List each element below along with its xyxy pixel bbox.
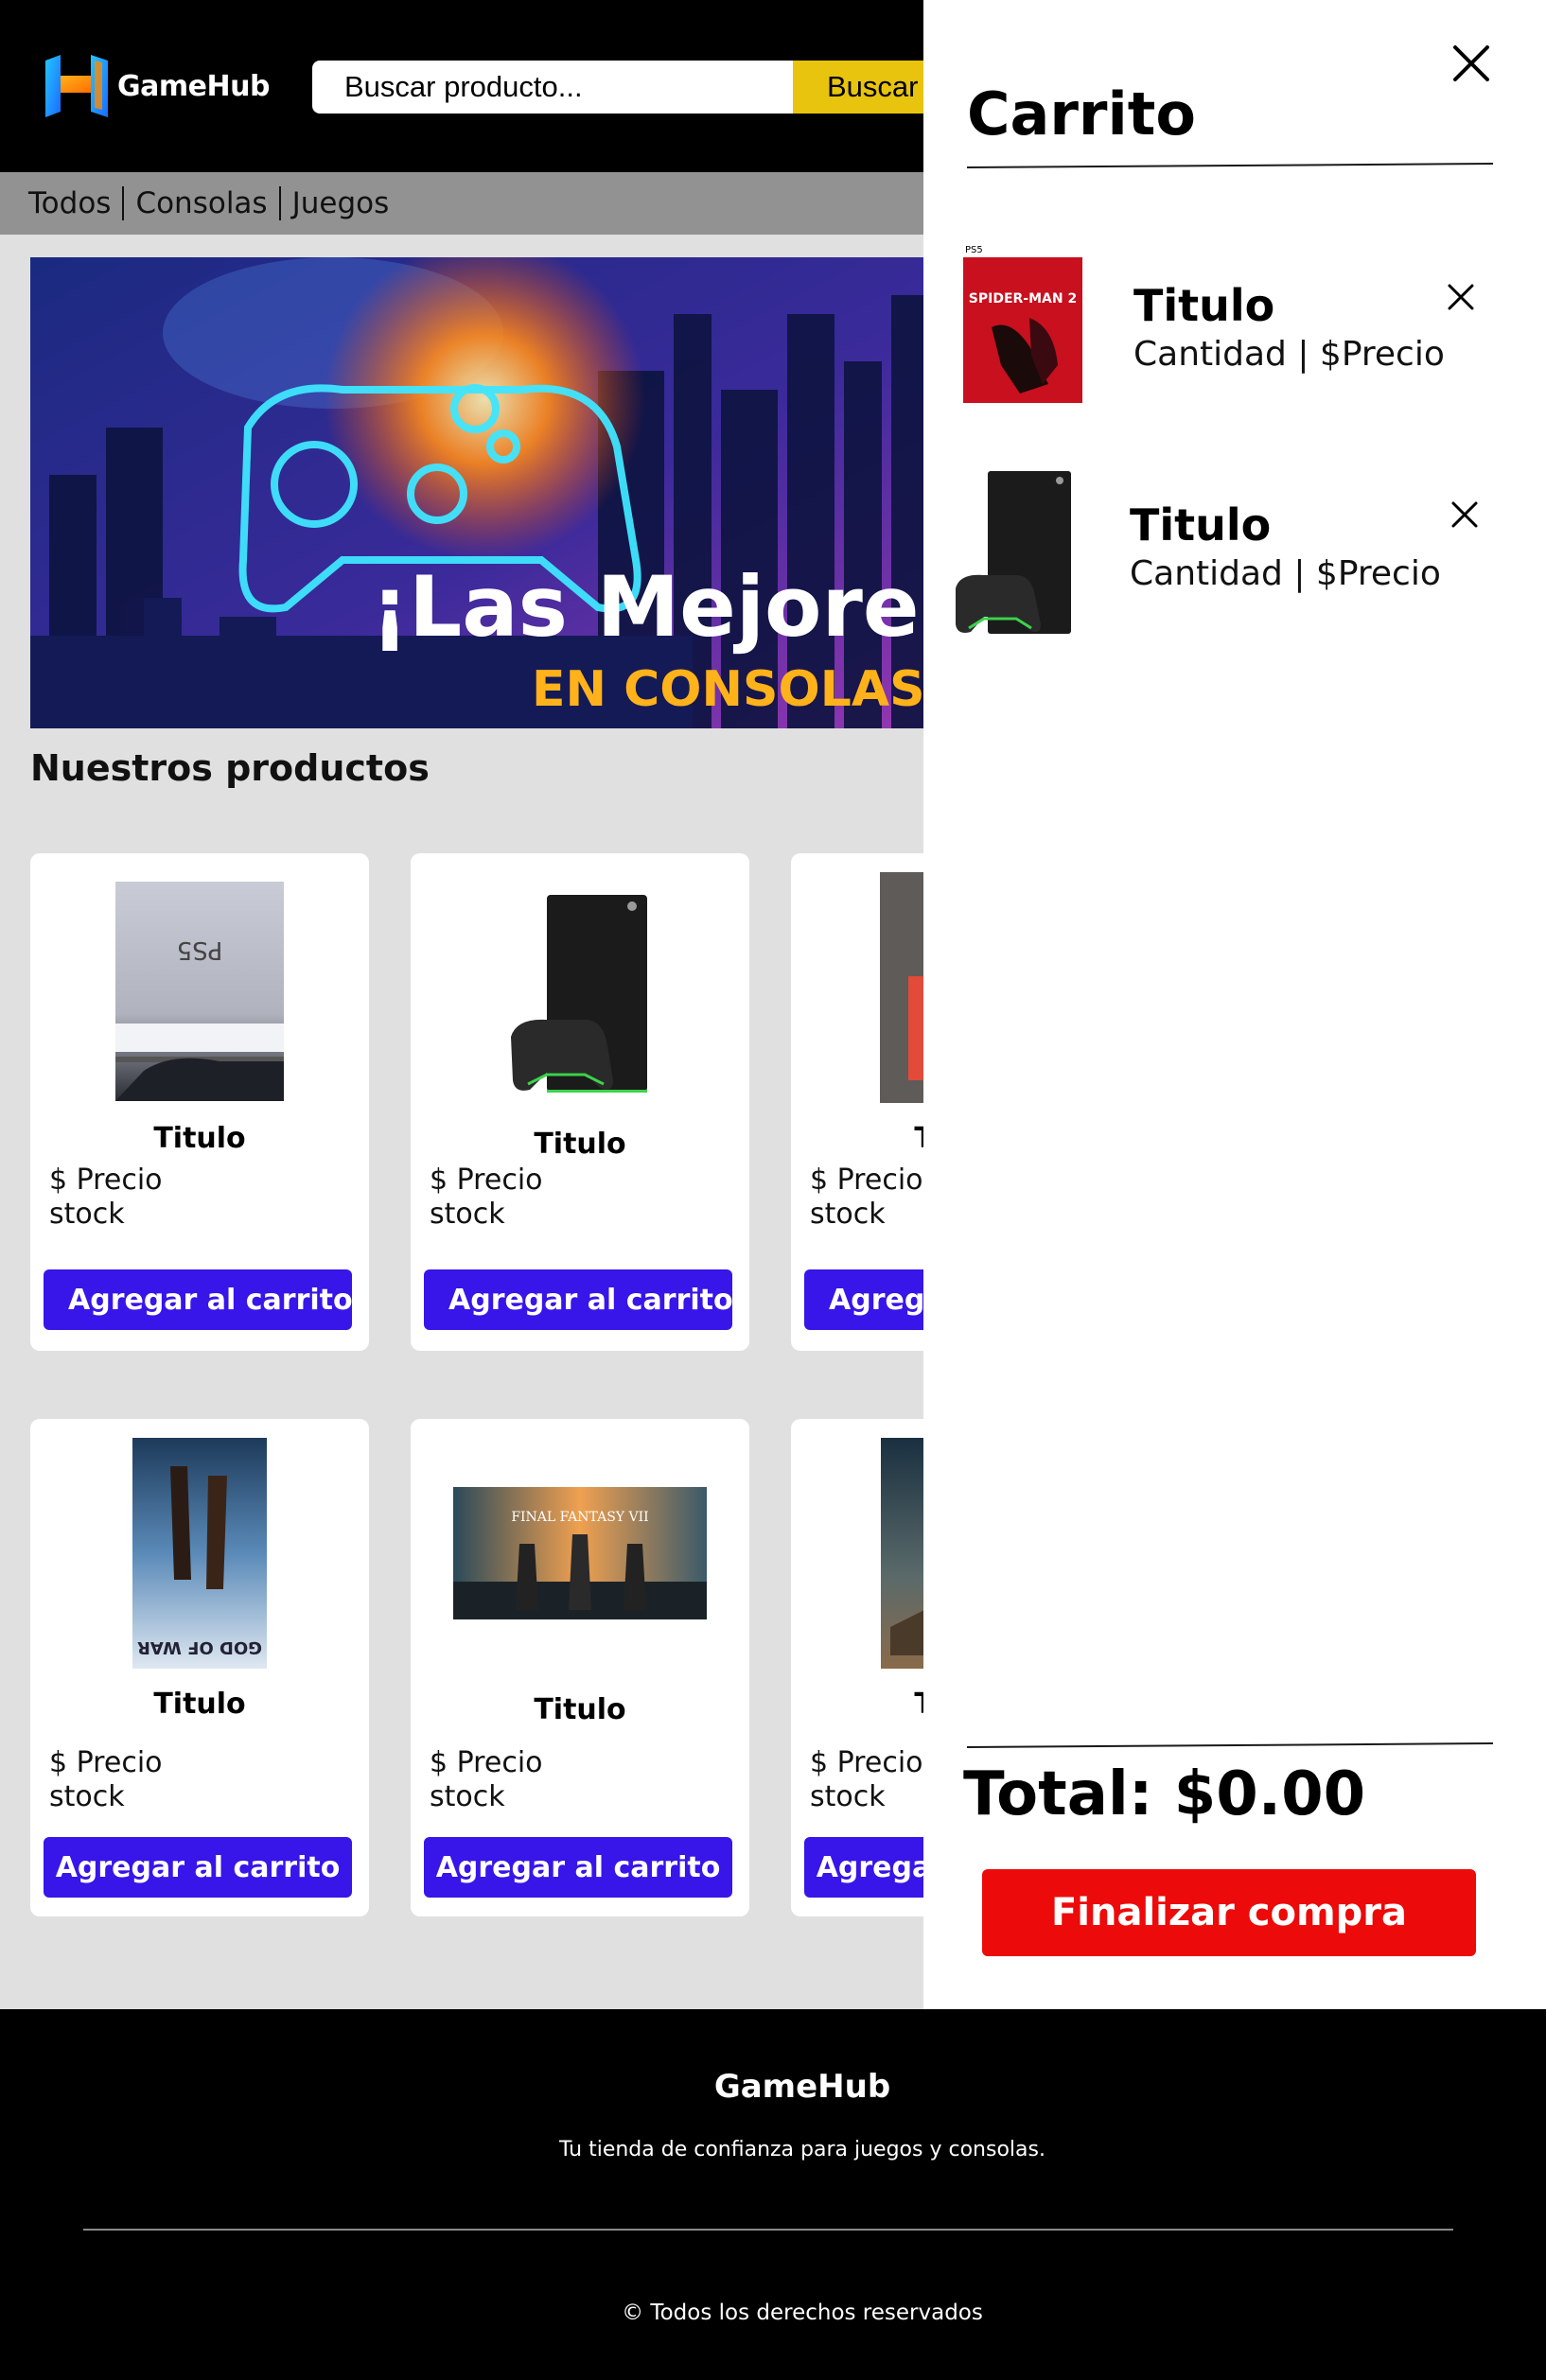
add-to-cart-button[interactable]: Agregar al carrito: [424, 1837, 732, 1898]
nav-separator: [122, 186, 125, 220]
remove-item-icon[interactable]: [1446, 282, 1476, 312]
nav-item-juegos[interactable]: Juegos: [292, 186, 390, 220]
footer-brand: GameHub: [713, 2068, 891, 2106]
section-title: Nuestros productos: [30, 747, 430, 789]
product-stock: stock: [49, 1780, 125, 1813]
cart-divider: [966, 163, 1494, 168]
product-stock: stock: [810, 1198, 886, 1231]
product-price: $ Precio: [49, 1746, 163, 1779]
add-to-cart-button[interactable]: Agregar al carrito: [44, 1269, 352, 1330]
product-title: Titulo: [153, 1122, 246, 1155]
checkout-button[interactable]: Finalizar compra: [982, 1869, 1476, 1956]
add-to-cart-button[interactable]: Agregar al carrito: [44, 1837, 352, 1898]
add-to-cart-button[interactable]: Agregar al carrito: [424, 1269, 732, 1330]
cart-drawer: Carrito PS5 SPIDER-MAN 2 Titulo Cantidad…: [923, 0, 1546, 2009]
nav-separator: [278, 186, 281, 220]
product-stock: stock: [430, 1198, 505, 1231]
cart-item-meta: Cantidad | $Precio: [1133, 335, 1445, 374]
svg-text:PS5: PS5: [177, 936, 223, 964]
product-price: $ Precio: [430, 1164, 543, 1197]
product-title: Titulo: [534, 1128, 626, 1161]
remove-item-icon[interactable]: [1449, 499, 1480, 530]
product-stock: stock: [49, 1198, 125, 1231]
logo-text: GameHub: [117, 69, 270, 103]
xbox-series-x-image: [954, 471, 1075, 638]
close-cart-icon[interactable]: [1449, 42, 1493, 85]
footer-tagline: Tu tienda de confianza para juegos y con…: [559, 2138, 1045, 2161]
footer-copyright: © Todos los derechos reservados: [622, 2301, 983, 2325]
product-card: PS5 Titulo $ Precio stock Agregar al car…: [30, 853, 369, 1351]
search-box: [312, 61, 793, 114]
cart-item: Titulo Cantidad | $Precio: [923, 471, 1546, 641]
spider-man-2-cover-image: PS5 SPIDER-MAN 2: [963, 242, 1082, 403]
cart-item: PS5 SPIDER-MAN 2 Titulo Cantidad | $Prec…: [923, 242, 1546, 412]
cart-title: Carrito: [967, 79, 1196, 149]
ps5-console-image: PS5: [115, 882, 284, 1101]
svg-text:FINAL FANTASY VII: FINAL FANTASY VII: [511, 1510, 648, 1525]
footer-divider: [83, 2229, 1453, 2231]
product-card: GOD OF WAR Titulo $ Precio stock Agregar…: [30, 1419, 369, 1916]
banner-subline: EN CONSOLAS Y: [532, 661, 979, 718]
cover-title: SPIDER-MAN 2: [969, 291, 1077, 306]
banner-headline: ¡Las Mejores: [371, 558, 969, 656]
nav-item-consolas[interactable]: Consolas: [135, 186, 267, 220]
product-stock: stock: [810, 1780, 886, 1813]
gamehub-logo-icon: [42, 53, 115, 119]
cart-divider: [966, 1742, 1494, 1748]
product-price: $ Precio: [810, 1746, 923, 1779]
platform-label: PS5: [965, 245, 983, 255]
god-of-war-cover-image: GOD OF WAR: [132, 1438, 267, 1669]
cart-item-meta: Cantidad | $Precio: [1130, 554, 1441, 593]
site-footer: GameHub Tu tienda de confianza para jueg…: [0, 2009, 1546, 2380]
xbox-series-x-image: [509, 895, 651, 1095]
cart-item-title: Titulo: [1133, 280, 1275, 331]
product-price: $ Precio: [49, 1164, 163, 1197]
product-card: Titulo $ Precio stock Agregar al carrito: [411, 853, 749, 1351]
cart-item-title: Titulo: [1130, 499, 1272, 551]
product-title: Titulo: [534, 1693, 626, 1726]
product-title: Titulo: [153, 1688, 246, 1721]
product-price: $ Precio: [810, 1164, 923, 1197]
svg-text:GOD OF WAR: GOD OF WAR: [137, 1637, 262, 1657]
logo[interactable]: GameHub: [42, 53, 270, 119]
product-stock: stock: [430, 1780, 505, 1813]
cart-total: Total: $0.00: [963, 1759, 1366, 1829]
final-fantasy-vii-image: FINAL FANTASY VII: [453, 1487, 707, 1619]
product-card: FINAL FANTASY VII Titulo $ Precio stock …: [411, 1419, 749, 1916]
search-input[interactable]: [312, 61, 793, 114]
nav-item-todos[interactable]: Todos: [28, 186, 111, 220]
product-price: $ Precio: [430, 1746, 543, 1779]
